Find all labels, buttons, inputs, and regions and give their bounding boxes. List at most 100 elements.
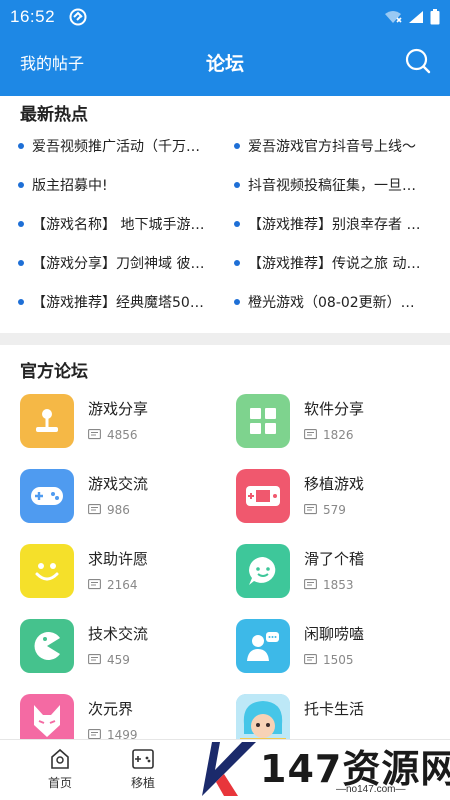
user-chat-icon [236,619,290,673]
post-count: 459 [88,653,130,667]
pacman-icon [20,619,74,673]
nav-item-home[interactable]: 首页 [30,748,90,791]
hot-topic-item[interactable]: 爱吾游戏官方抖音号上线～ [234,136,440,156]
post-count: 1505 [304,653,354,667]
post-count: 1499 [88,728,138,739]
app-notification-icon [69,8,87,26]
hot-topic-text: 橙光游戏（08-02更新）… [248,295,415,311]
forum-name: 求助许愿 [88,550,149,568]
bullet-dot-icon [234,143,240,149]
forum-item-ported-games[interactable]: 移植游戏 579 [236,469,446,529]
hot-topic-text: 抖音视频投稿征集，一旦… [248,178,416,194]
forum-name: 托卡生活 [304,700,365,718]
comment-icon [304,504,317,515]
fox-mask-icon [20,694,74,739]
forum-item-game-exchange[interactable]: 游戏交流 986 [20,469,230,529]
bullet-dot-icon [18,143,24,149]
watermark: 147资源网 —no147.com— [198,736,450,800]
forum-name: 软件分享 [304,400,365,418]
post-count: 1853 [304,578,354,592]
hot-topic-text: 爱吾视频推广活动（千万… [32,139,200,155]
comment-icon [304,579,317,590]
hot-topic-item[interactable]: 抖音视频投稿征集，一旦… [234,175,440,195]
app-header: 我的帖子 论坛 [0,34,450,90]
battery-icon [430,9,440,25]
forum-item-funny[interactable]: 滑了个稽 1853 [236,544,446,604]
forum-item-help-wish[interactable]: 求助许愿 2164 [20,544,230,604]
wifi-icon [385,11,402,23]
forum-item-anime[interactable]: 次元界 1499 [20,694,230,739]
nav-label: 首页 [47,776,72,790]
bullet-dot-icon [234,299,240,305]
forum-name: 次元界 [88,700,134,718]
handheld-game-icon [132,749,154,769]
comment-icon [304,429,317,440]
top-bar: 16:52 我的帖子 论坛 [0,0,450,96]
hot-topic-item[interactable]: 【游戏分享】刀剑神域 彼… [18,253,218,273]
smiley-icon [20,544,74,598]
post-count-value: 1499 [107,728,138,739]
hot-topic-item[interactable]: 【游戏名称】 地下城手游… [18,214,218,234]
hot-topic-text: 【游戏推荐】传说之旅 动… [248,256,421,272]
hot-topics-section: 最新热点 爱吾视频推广活动（千万… 爱吾游戏官方抖音号上线～ 版主招募中! 抖音… [0,96,450,332]
post-count: 4856 [88,428,138,442]
bullet-dot-icon [234,221,240,227]
chat-bubble-icon [236,544,290,598]
bullet-dot-icon [18,260,24,266]
forum-name: 滑了个稽 [304,550,365,568]
bullet-dot-icon [234,260,240,266]
bullet-dot-icon [18,299,24,305]
hot-topic-item[interactable]: 版主招募中! [18,175,218,195]
status-time: 16:52 [10,7,56,26]
hot-topic-item[interactable]: 【游戏推荐】经典魔塔50… [18,292,218,312]
official-forums-title: 官方论坛 [20,362,88,382]
bullet-dot-icon [234,182,240,188]
post-count-value: 459 [107,653,130,667]
comment-icon [88,654,101,665]
apps-grid-icon [236,394,290,448]
post-count-value: 986 [107,503,130,517]
hot-topic-item[interactable]: 爱吾视频推广活动（千万… [18,136,218,156]
nav-item-ported[interactable]: 移植 [113,748,173,791]
hot-topic-item[interactable]: 【游戏推荐】别浪幸存者 … [234,214,440,234]
hot-topic-text: 版主招募中! [32,178,108,194]
nav-label: 移植 [130,776,155,790]
forum-name: 移植游戏 [304,475,365,493]
post-count-value: 1505 [323,653,354,667]
forum-name: 闲聊唠嗑 [304,625,365,643]
comment-icon [88,504,101,515]
forum-item-toca-life[interactable]: 托卡生活 [236,694,446,739]
hot-topic-item[interactable]: 【游戏推荐】传说之旅 动… [234,253,440,273]
hot-topic-text: 【游戏名称】 地下城手游… [32,217,205,233]
hot-topic-text: 爱吾游戏官方抖音号上线～ [248,139,416,155]
post-count: 2164 [88,578,138,592]
forum-name: 游戏分享 [88,400,149,418]
k-logo-icon [202,742,256,796]
hot-topic-item[interactable]: 橙光游戏（08-02更新）… [234,292,440,312]
toca-character-image [236,694,290,739]
post-count-value: 4856 [107,428,138,442]
watermark-url: —no147.com— [336,784,406,795]
bullet-dot-icon [18,221,24,227]
forum-item-tech-exchange[interactable]: 技术交流 459 [20,619,230,679]
post-count: 1826 [304,428,354,442]
handheld-console-icon [236,469,290,523]
forum-item-chat[interactable]: 闲聊唠嗑 1505 [236,619,446,679]
forum-item-software-share[interactable]: 软件分享 1826 [236,394,446,454]
post-count-value: 2164 [107,578,138,592]
search-icon[interactable] [404,47,432,75]
home-icon [51,748,69,769]
my-posts-link[interactable]: 我的帖子 [20,50,84,74]
section-divider [0,333,450,345]
forum-item-game-share[interactable]: 游戏分享 4856 [20,394,230,454]
post-count: 986 [88,503,130,517]
gamepad-icon [20,469,74,523]
signal-icon [409,11,423,23]
hot-topics-title: 最新热点 [20,105,88,125]
forum-name: 技术交流 [88,625,149,643]
comment-icon [88,729,101,739]
post-count-value: 579 [323,503,346,517]
joystick-icon [20,394,74,448]
hot-topic-text: 【游戏分享】刀剑神域 彼… [32,256,205,272]
post-count: 579 [304,503,346,517]
